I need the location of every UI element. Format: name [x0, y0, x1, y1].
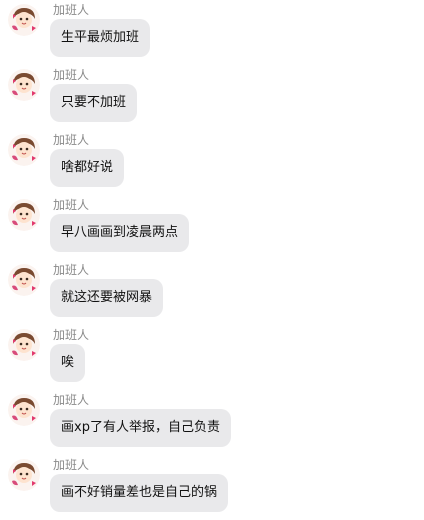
- message-bubble[interactable]: 只要不加班: [50, 84, 138, 122]
- sender-name: 加班人: [53, 198, 90, 212]
- sender-avatar-icon[interactable]: [8, 69, 40, 101]
- sender-avatar-icon[interactable]: [8, 199, 40, 231]
- sender-avatar-icon[interactable]: [8, 134, 40, 166]
- message-row: 加班人 只要不加班: [0, 65, 424, 130]
- message-bubble[interactable]: 画xp了有人举报，自己负责: [50, 409, 231, 447]
- message-row: 加班人 唉: [0, 325, 424, 390]
- sender-avatar-icon[interactable]: [8, 264, 40, 296]
- sender-name: 加班人: [53, 393, 90, 407]
- sender-name: 加班人: [53, 133, 90, 147]
- message-bubble[interactable]: 啥都好说: [50, 149, 125, 187]
- message-bubble[interactable]: 画不好销量差也是自己的锅: [50, 474, 229, 512]
- message-row: 加班人 画xp了有人举报，自己负责: [0, 390, 424, 455]
- message-row: 加班人 画不好销量差也是自己的锅: [0, 455, 424, 520]
- sender-name: 加班人: [53, 68, 90, 82]
- sender-name: 加班人: [53, 263, 90, 277]
- sender-avatar-icon[interactable]: [8, 459, 40, 491]
- sender-avatar-icon[interactable]: [8, 4, 40, 36]
- message-bubble[interactable]: 早八画画到凌晨两点: [50, 214, 190, 252]
- sender-name: 加班人: [53, 328, 90, 342]
- message-row: 加班人 就这还要被网暴: [0, 260, 424, 325]
- sender-name: 加班人: [53, 458, 90, 472]
- message-bubble[interactable]: 唉: [50, 344, 86, 382]
- chat-message-list: 加班人 生平最烦加班 加班人 只要不加班 加班人 啥都好说 加班人 早八画画到凌…: [0, 0, 424, 517]
- message-bubble[interactable]: 就这还要被网暴: [50, 279, 164, 317]
- message-bubble[interactable]: 生平最烦加班: [50, 19, 151, 57]
- message-row: 加班人 生平最烦加班: [0, 0, 424, 65]
- message-row: 加班人 啥都好说: [0, 130, 424, 195]
- sender-avatar-icon[interactable]: [8, 329, 40, 361]
- sender-avatar-icon[interactable]: [8, 394, 40, 426]
- message-row: 加班人 早八画画到凌晨两点: [0, 195, 424, 260]
- sender-name: 加班人: [53, 3, 90, 17]
